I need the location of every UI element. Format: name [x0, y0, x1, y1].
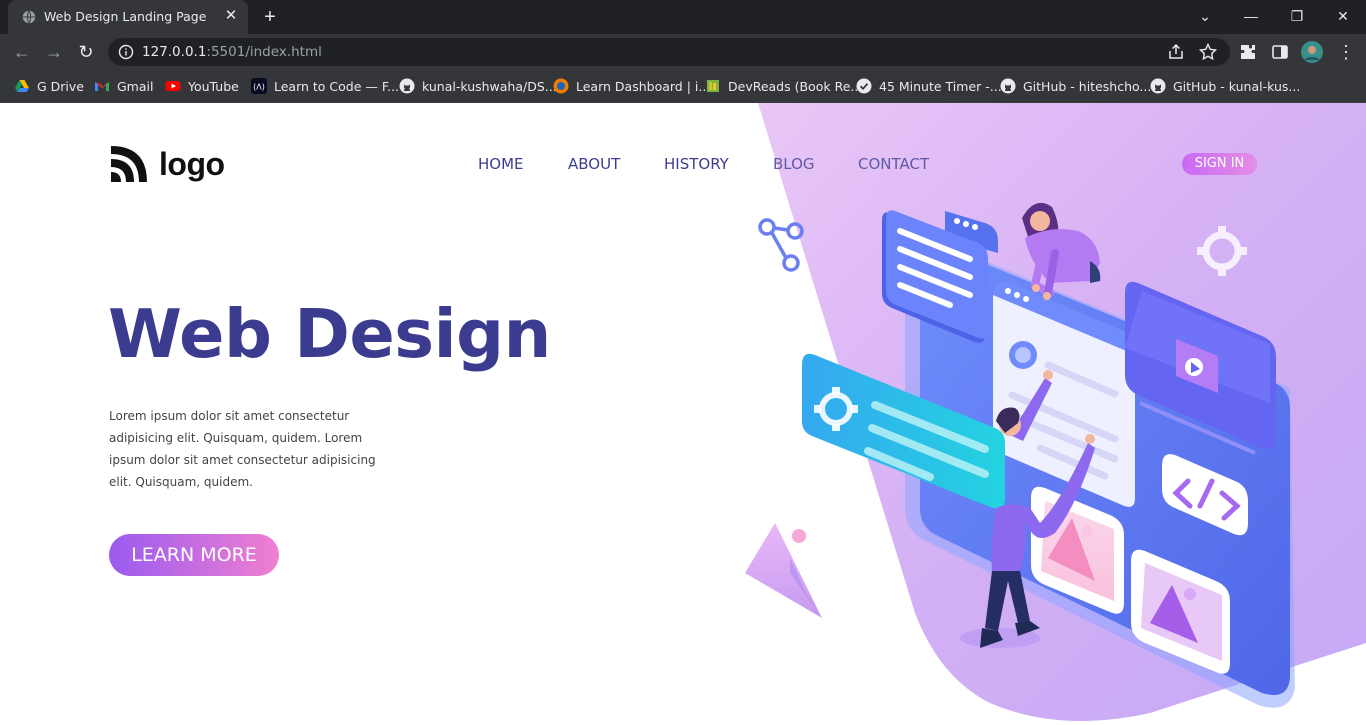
landing-page: logo HOME ABOUT HISTORY BLOG CONTACT SIG… — [0, 103, 1366, 725]
bookmark-item[interactable]: YouTube — [165, 76, 239, 96]
menu-kebab-icon[interactable]: ⋮ — [1334, 40, 1358, 64]
reload-icon[interactable]: ↻ — [74, 40, 98, 64]
google-drive-icon — [15, 80, 29, 92]
browser-toolbar: ← → ↻ 127.0.0.1:5501/index.html ⋮ — [0, 34, 1366, 70]
minimize-icon[interactable]: — — [1239, 6, 1263, 26]
bookmark-item[interactable]: 45 Minute Timer -... — [856, 76, 1002, 96]
bookmark-item[interactable]: GitHub - hiteshcho... — [1000, 76, 1151, 96]
bookmark-item[interactable]: GitHub - kunal-kus... — [1150, 76, 1300, 96]
url-text: 127.0.0.1:5501/index.html — [142, 44, 322, 60]
site-info-icon[interactable] — [118, 44, 134, 60]
bookmark-item[interactable]: G Drive — [14, 76, 84, 96]
forward-icon[interactable]: → — [42, 40, 66, 64]
learn-more-button[interactable]: LEARN MORE — [109, 534, 279, 576]
tab-title: Web Design Landing Page — [44, 9, 207, 24]
globe-icon — [22, 10, 36, 24]
nav-about[interactable]: ABOUT — [568, 155, 620, 173]
bookmark-item[interactable]: DevReads (Book Re... — [705, 76, 862, 96]
nav-history[interactable]: HISTORY — [664, 155, 729, 173]
nav-contact[interactable]: CONTACT — [858, 155, 929, 173]
new-tab-button[interactable]: + — [260, 7, 280, 27]
github-icon — [1150, 78, 1166, 94]
hero-title: Web Design — [108, 295, 551, 373]
book-icon — [707, 80, 719, 92]
back-icon[interactable]: ← — [10, 40, 34, 64]
share-nodes-icon — [758, 218, 804, 272]
close-tab-icon[interactable]: ✕ — [222, 7, 240, 25]
bookmark-item[interactable]: kunal-kushwaha/DS... — [399, 76, 557, 96]
bookmark-item[interactable]: Gmail — [94, 76, 153, 96]
dashboard-icon — [553, 78, 569, 94]
mountain-decoration — [745, 523, 822, 618]
nav-home[interactable]: HOME — [478, 155, 524, 173]
restore-icon[interactable]: ❐ — [1285, 6, 1309, 26]
rss-logo-icon — [111, 146, 147, 182]
extensions-icon[interactable] — [1238, 42, 1258, 62]
tab-strip: Web Design Landing Page ✕ + ⌄ — ❐ ✕ — [0, 0, 1366, 34]
svg-text:(Λ): (Λ) — [253, 83, 265, 92]
bookmark-item[interactable]: (Λ) Learn to Code — F... — [251, 76, 399, 96]
sign-in-button[interactable]: SIGN IN — [1182, 153, 1257, 175]
bookmark-item[interactable]: Learn Dashboard | i... — [553, 76, 710, 96]
timer-icon — [856, 78, 872, 94]
logo[interactable]: logo — [109, 144, 225, 184]
browser-tab[interactable]: Web Design Landing Page ✕ — [8, 0, 248, 34]
avatar[interactable] — [1301, 41, 1323, 63]
freecodecamp-icon: (Λ) — [251, 78, 267, 94]
hero-description: Lorem ipsum dolor sit amet consectetur a… — [109, 409, 376, 489]
side-panel-icon[interactable] — [1270, 42, 1290, 62]
window-close-icon[interactable]: ✕ — [1331, 6, 1355, 26]
browser-chrome: Web Design Landing Page ✕ + ⌄ — ❐ ✕ ← → … — [0, 0, 1366, 103]
bookmarks-bar: G Drive Gmail YouTube (Λ) Learn to Code … — [0, 70, 1366, 103]
github-icon — [1000, 78, 1016, 94]
tab-search-chevron-icon[interactable]: ⌄ — [1193, 6, 1217, 26]
gmail-icon — [95, 82, 109, 91]
address-bar[interactable]: 127.0.0.1:5501/index.html — [108, 38, 1230, 66]
github-icon — [399, 78, 415, 94]
logo-text: logo — [159, 145, 225, 182]
youtube-icon — [165, 81, 181, 91]
nav-blog[interactable]: BLOG — [773, 155, 815, 173]
share-icon[interactable] — [1166, 42, 1186, 62]
bookmark-star-icon[interactable] — [1198, 42, 1218, 62]
